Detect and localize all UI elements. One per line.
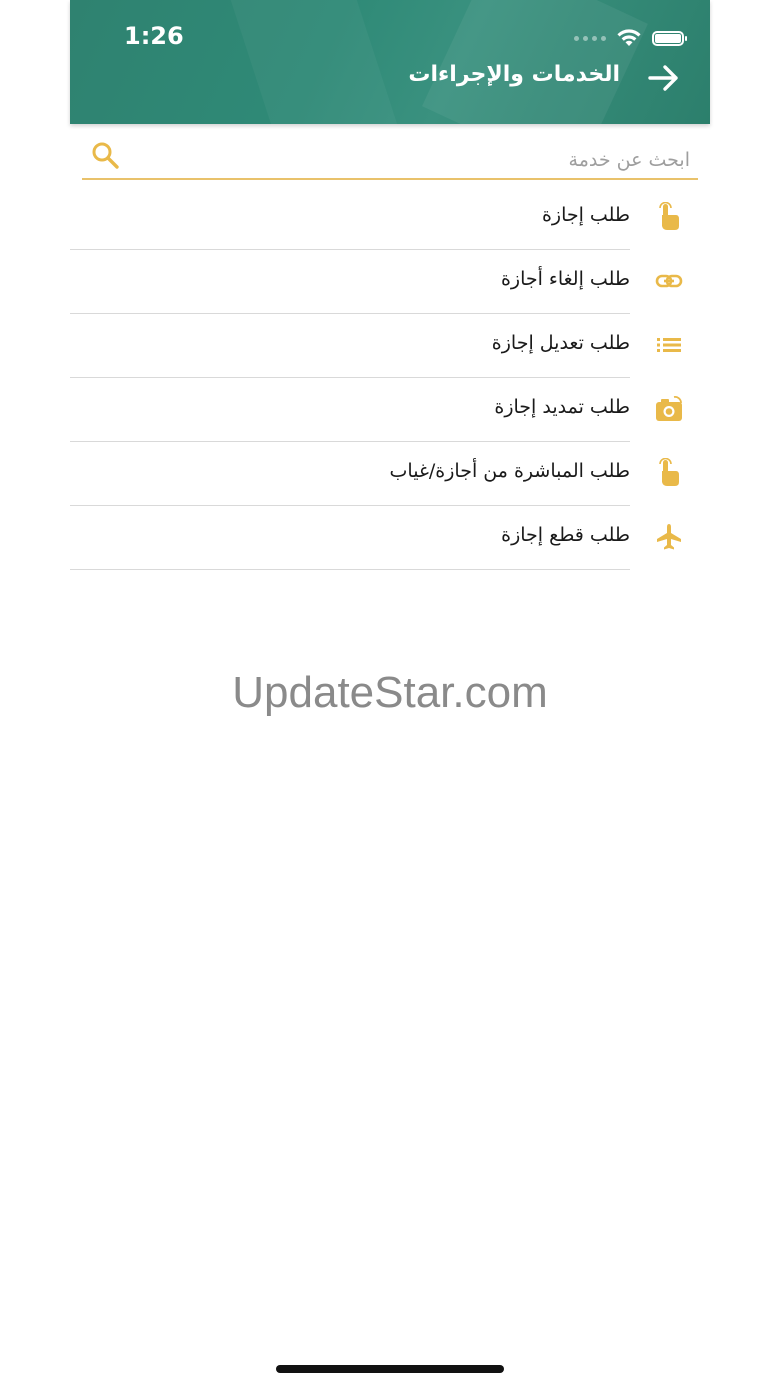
search-input[interactable]	[134, 144, 692, 176]
home-indicator	[276, 1365, 504, 1373]
status-icons	[574, 26, 687, 50]
list-item-leave-request[interactable]: طلب إجازة	[70, 186, 710, 250]
list-item-modify-leave[interactable]: طلب تعديل إجازة	[70, 314, 710, 378]
screen: 1:26 الخدمات والإجراءات طلب إجازة	[70, 0, 710, 1387]
watermark: UpdateStar.com	[232, 668, 548, 717]
item-label: طلب قطع إجازة	[501, 524, 630, 546]
app-header: 1:26 الخدمات والإجراءات	[70, 0, 710, 124]
search-bar	[82, 138, 698, 180]
back-button[interactable]	[646, 60, 682, 96]
item-label: طلب إجازة	[541, 204, 630, 226]
camera-icon	[656, 396, 682, 421]
services-list: طلب إجازة طلب إلغاء أجازة طلب تعديل إجاز…	[70, 186, 710, 570]
header-decoration	[218, 0, 402, 124]
item-label: طلب تمديد إجازة	[494, 396, 630, 418]
arrow-right-icon	[648, 65, 678, 91]
list-icon	[657, 338, 681, 352]
list-item-resume-from-leave[interactable]: طلب المباشرة من أجازة/غياب	[70, 442, 710, 506]
airplane-icon	[657, 524, 681, 550]
page-title: الخدمات والإجراءات	[408, 62, 620, 87]
status-time: 1:26	[124, 22, 184, 50]
item-label: طلب المباشرة من أجازة/غياب	[389, 460, 630, 482]
touch-hand-icon	[659, 202, 679, 230]
item-label: طلب تعديل إجازة	[491, 332, 630, 354]
link-icon	[655, 274, 683, 288]
search-icon[interactable]	[90, 140, 122, 172]
list-item-extend-leave[interactable]: طلب تمديد إجازة	[70, 378, 710, 442]
wifi-icon	[617, 29, 641, 46]
item-label: طلب إلغاء أجازة	[500, 268, 630, 290]
list-item-cut-leave[interactable]: طلب قطع إجازة	[70, 506, 710, 570]
signal-icon	[574, 35, 606, 41]
list-item-cancel-leave[interactable]: طلب إلغاء أجازة	[70, 250, 710, 314]
touch-hand-icon	[659, 458, 679, 486]
battery-icon	[652, 30, 687, 46]
divider	[70, 569, 630, 570]
